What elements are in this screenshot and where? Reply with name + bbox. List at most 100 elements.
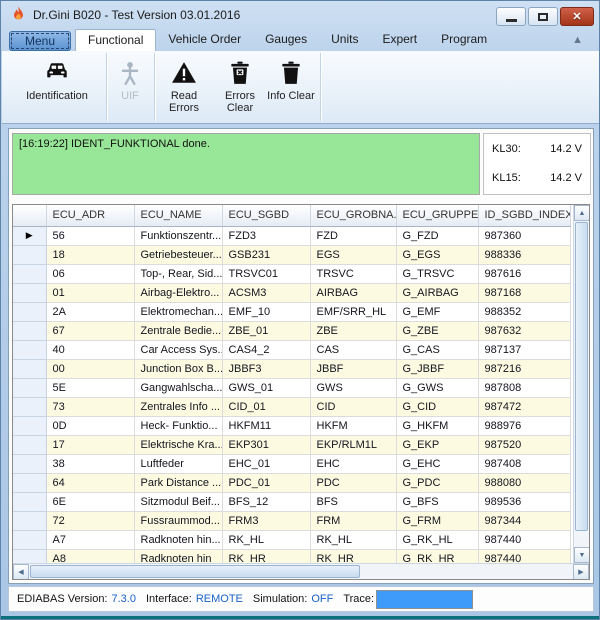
table-cell[interactable]: G_FZD [396,226,478,245]
identification-button[interactable]: Identification [10,53,104,122]
table-cell[interactable]: G_AIRBAG [396,283,478,302]
table-cell[interactable]: TRSVC [310,264,396,283]
read-errors-button[interactable]: Read Errors [158,53,210,122]
scroll-up-button[interactable]: ▲ [574,205,590,221]
table-row[interactable]: A8Radknoten hinRK_HRRK_HRG_RK_HR987440 [13,549,570,563]
row-selector[interactable] [13,321,46,340]
table-cell[interactable]: 987808 [478,378,570,397]
table-cell[interactable]: G_BFS [396,492,478,511]
row-selector[interactable] [13,378,46,397]
table-cell[interactable]: HKFM11 [222,416,310,435]
table-cell[interactable]: 72 [46,511,134,530]
column-header[interactable]: ECU_NAME [134,205,222,226]
table-cell[interactable]: G_EHC [396,454,478,473]
table-cell[interactable]: RK_HL [310,530,396,549]
table-cell[interactable]: EKP301 [222,435,310,454]
table-cell[interactable]: ACSM3 [222,283,310,302]
table-cell[interactable]: 6E [46,492,134,511]
table-cell[interactable]: CID_01 [222,397,310,416]
table-cell[interactable]: 40 [46,340,134,359]
row-selector[interactable] [13,416,46,435]
table-row[interactable]: 0DHeck- Funktio...HKFM11HKFMG_HKFM988976 [13,416,570,435]
table-cell[interactable]: BFS_12 [222,492,310,511]
table-cell[interactable]: 988976 [478,416,570,435]
table-cell[interactable]: TRSVC01 [222,264,310,283]
row-selector[interactable] [13,492,46,511]
table-cell[interactable]: CAS [310,340,396,359]
table-cell[interactable]: FRM3 [222,511,310,530]
column-header[interactable]: ECU_SGBD [222,205,310,226]
tab-functional[interactable]: Functional [75,29,156,51]
row-selector[interactable] [13,549,46,563]
table-cell[interactable]: Car Access Sys... [134,340,222,359]
row-selector[interactable] [13,302,46,321]
table-cell[interactable]: EMF_10 [222,302,310,321]
errors-clear-button[interactable]: Errors Clear [214,53,266,122]
table-cell[interactable]: G_CID [396,397,478,416]
table-cell[interactable]: PDC_01 [222,473,310,492]
table-cell[interactable]: G_RK_HL [396,530,478,549]
table-cell[interactable]: Radknoten hin... [134,530,222,549]
table-cell[interactable]: 18 [46,245,134,264]
row-selector[interactable] [13,454,46,473]
tab-expert[interactable]: Expert [370,29,429,51]
table-row[interactable]: 06Top-, Rear, Sid...TRSVC01TRSVCG_TRSVC9… [13,264,570,283]
table-cell[interactable]: 988352 [478,302,570,321]
table-cell[interactable]: BFS [310,492,396,511]
scroll-right-button[interactable]: ▶ [573,564,589,580]
table-cell[interactable]: JBBF [310,359,396,378]
table-cell[interactable]: G_JBBF [396,359,478,378]
table-cell[interactable]: G_EMF [396,302,478,321]
table-cell[interactable]: 00 [46,359,134,378]
table-cell[interactable]: 987408 [478,454,570,473]
row-selector[interactable]: ▶ [13,226,46,245]
table-cell[interactable]: PDC [310,473,396,492]
table-cell[interactable]: Gangwahlscha... [134,378,222,397]
table-cell[interactable]: Elektrische Kra... [134,435,222,454]
table-cell[interactable]: 64 [46,473,134,492]
minimize-button[interactable] [496,7,526,26]
row-selector[interactable] [13,264,46,283]
scroll-down-button[interactable]: ▼ [574,547,590,563]
table-cell[interactable]: FRM [310,511,396,530]
scroll-left-button[interactable]: ◀ [13,564,29,580]
table-cell[interactable]: EHC_01 [222,454,310,473]
table-cell[interactable]: Luftfeder [134,454,222,473]
table-cell[interactable]: 987520 [478,435,570,454]
table-row[interactable]: 6ESitzmodul Beif...BFS_12BFSG_BFS989536 [13,492,570,511]
table-cell[interactable]: G_GWS [396,378,478,397]
table-row[interactable]: 72Fussraummod...FRM3FRMG_FRM987344 [13,511,570,530]
table-row[interactable]: 40Car Access Sys...CAS4_2CASG_CAS987137 [13,340,570,359]
tab-units[interactable]: Units [319,29,370,51]
vertical-scrollbar[interactable]: ▲ ▼ [573,205,589,563]
row-selector[interactable] [13,435,46,454]
table-cell[interactable]: EKP/RLM1L [310,435,396,454]
table-cell[interactable]: 987360 [478,226,570,245]
horizontal-scrollbar[interactable]: ◀ ▶ [13,563,589,579]
table-cell[interactable]: Junction Box B... [134,359,222,378]
table-cell[interactable]: ZBE [310,321,396,340]
table-cell[interactable]: 38 [46,454,134,473]
table-row[interactable]: 64Park Distance ...PDC_01PDCG_PDC988080 [13,473,570,492]
table-cell[interactable]: Zentrale Bedie... [134,321,222,340]
table-cell[interactable]: JBBF3 [222,359,310,378]
table-cell[interactable]: Zentrales Info ... [134,397,222,416]
table-cell[interactable]: CAS4_2 [222,340,310,359]
table-cell[interactable]: GSB231 [222,245,310,264]
table-cell[interactable]: 01 [46,283,134,302]
table-cell[interactable]: G_FRM [396,511,478,530]
table-cell[interactable]: FZD [310,226,396,245]
table-cell[interactable]: 17 [46,435,134,454]
table-row[interactable]: 2AElektromechan...EMF_10EMF/SRR_HLG_EMF9… [13,302,570,321]
table-row[interactable]: 73Zentrales Info ...CID_01CIDG_CID987472 [13,397,570,416]
row-selector[interactable] [13,473,46,492]
table-cell[interactable]: G_TRSVC [396,264,478,283]
table-cell[interactable]: 987616 [478,264,570,283]
table-cell[interactable]: 988080 [478,473,570,492]
table-cell[interactable]: A8 [46,549,134,563]
maximize-button[interactable] [528,7,558,26]
table-cell[interactable]: CID [310,397,396,416]
table-cell[interactable]: 987344 [478,511,570,530]
table-row[interactable]: 00Junction Box B...JBBF3JBBFG_JBBF987216 [13,359,570,378]
table-row[interactable]: 01Airbag-Elektro...ACSM3AIRBAGG_AIRBAG98… [13,283,570,302]
